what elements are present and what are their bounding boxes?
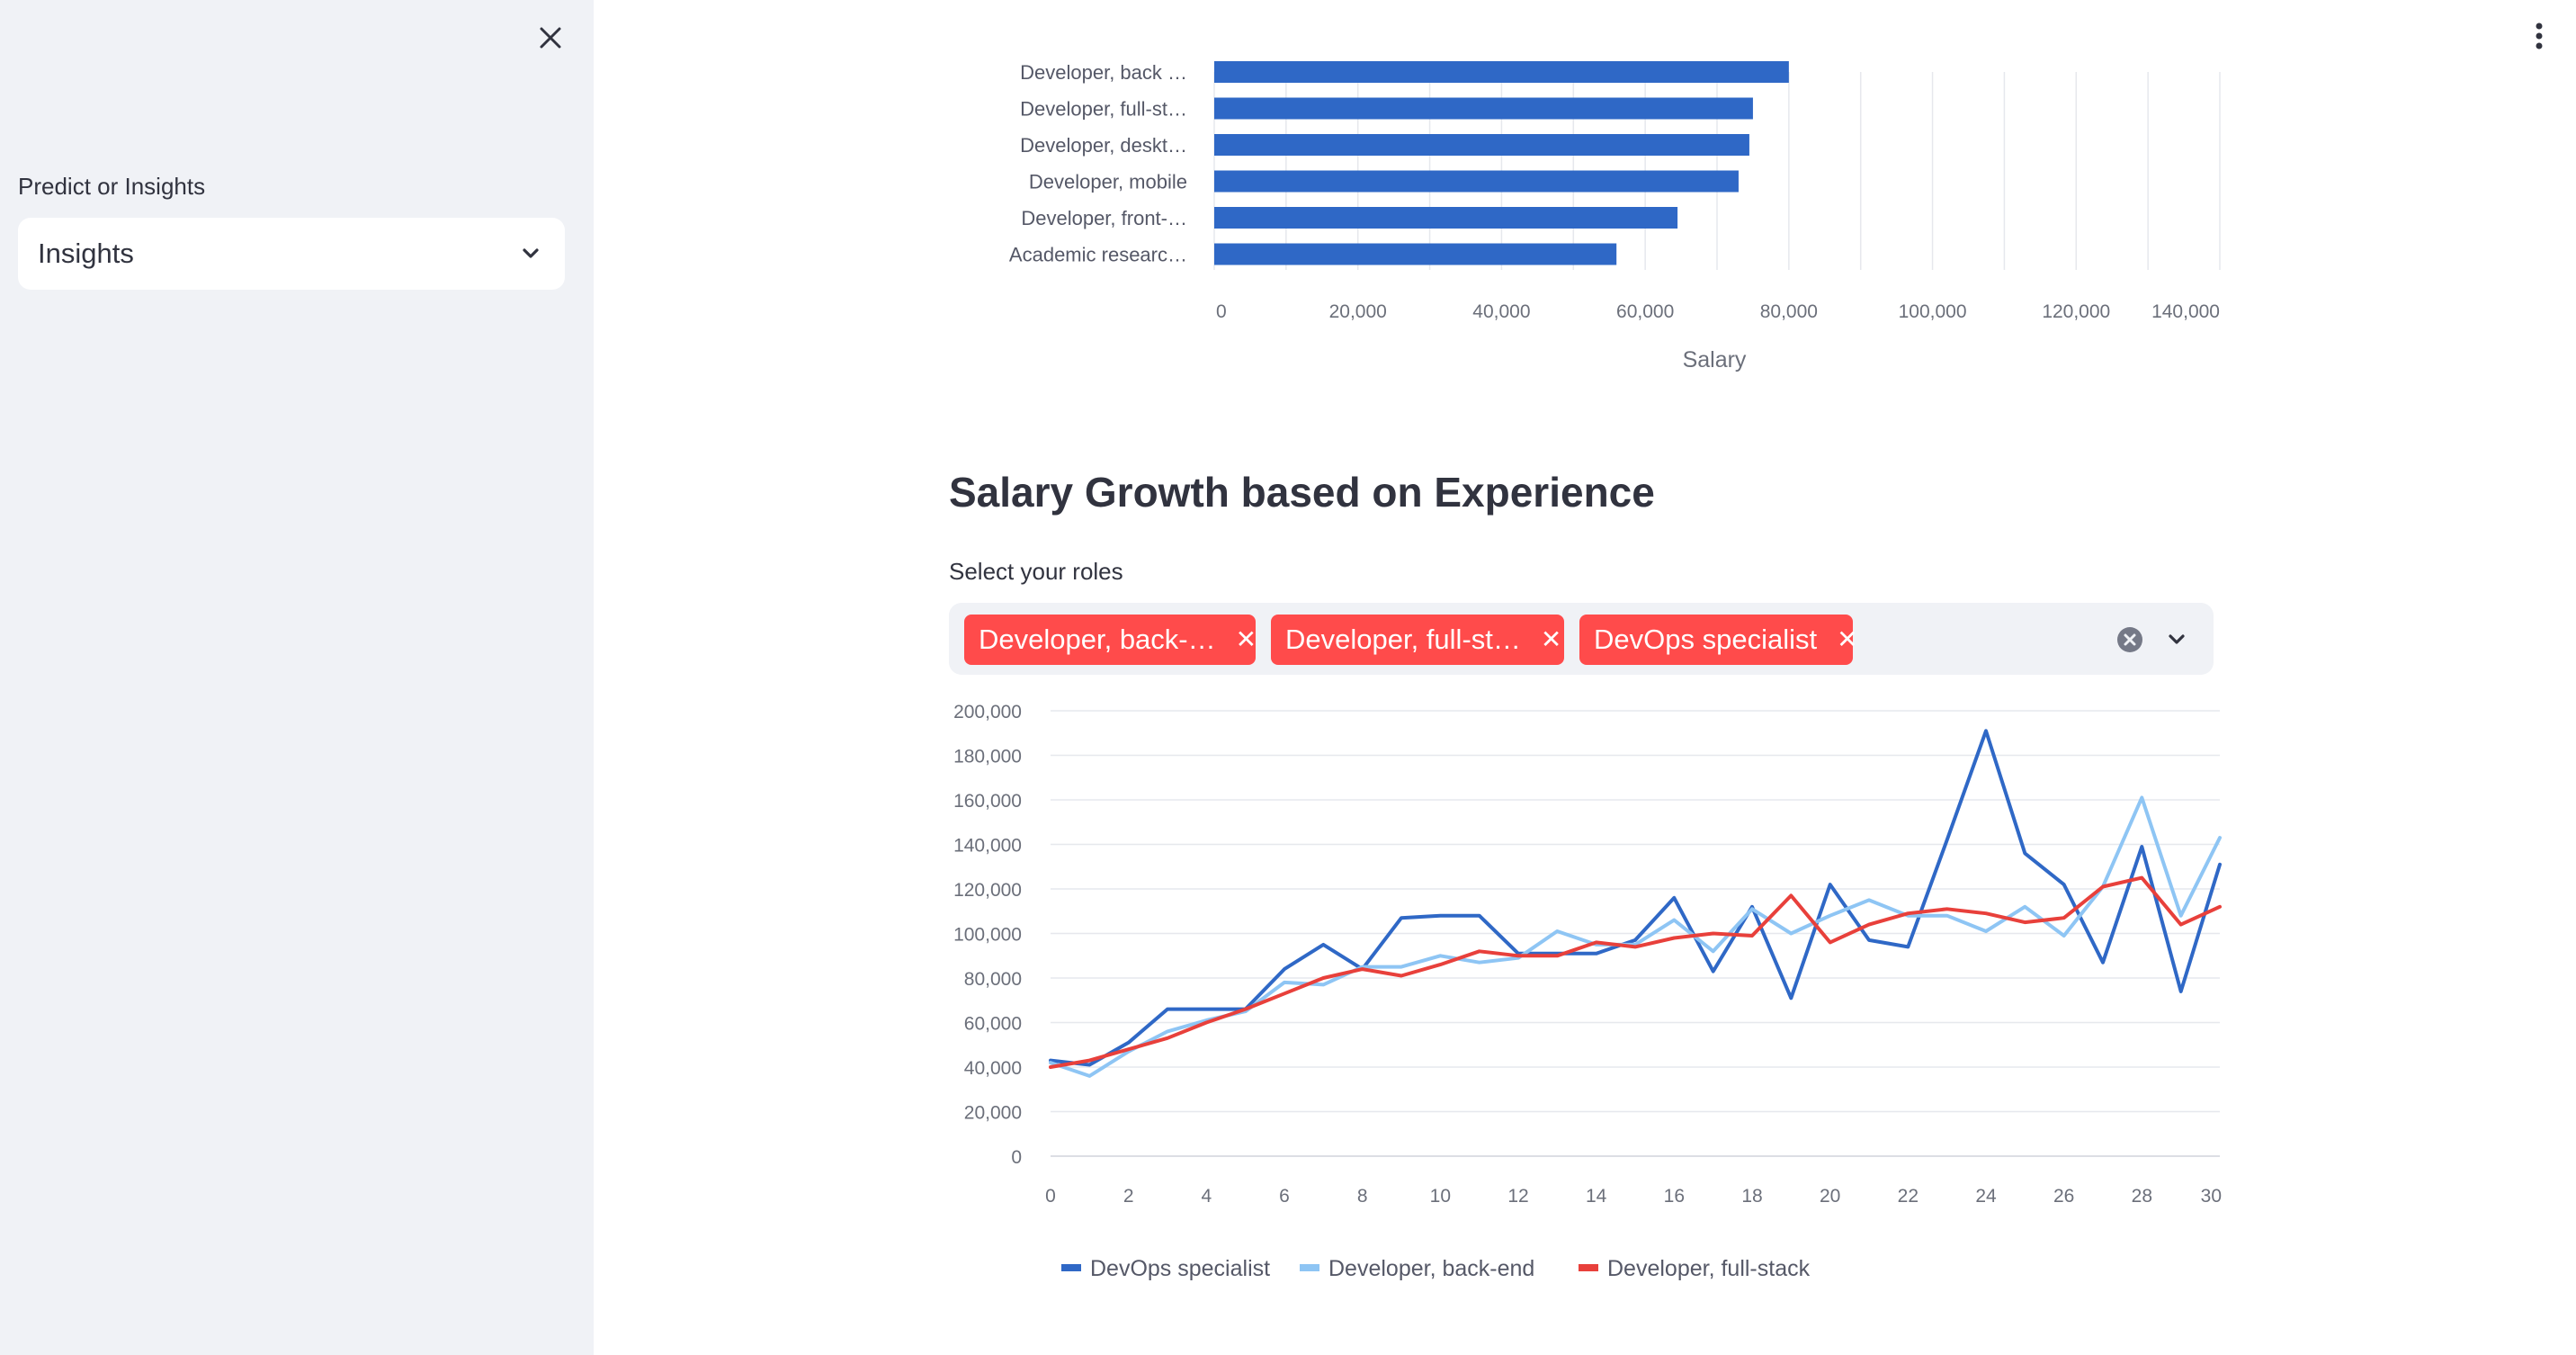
y-tick-label: 180,000 [953,747,1022,767]
bar-x-tick-label: 140,000 [2151,301,2220,322]
sidebar: Predict or Insights Insights [0,0,594,1355]
salary-growth-line-chart: 200,000 180,000 160,000 140,000 120,000 100,0… [953,702,2222,1281]
remove-tag-icon[interactable]: ✕ [1837,627,1857,652]
bar [1214,207,1678,229]
bar-x-tick-label: 40,000 [1472,301,1530,322]
bar-category-label: Developer, back … [1020,61,1187,84]
bar-chart-xlabel: Salary [1683,347,1747,372]
y-tick-label: 60,000 [964,1014,1022,1035]
y-tick-label: 120,000 [953,880,1022,901]
bar-category-label: Developer, front-… [1021,207,1187,229]
main-menu-button[interactable] [2527,18,2551,54]
x-tick-label: 22 [1898,1186,1919,1207]
section-title: Salary Growth based on Experience [949,469,1655,516]
bar-x-tick-label: 0 [1216,301,1227,322]
x-tick-label: 28 [2132,1186,2152,1207]
bar-category-label: Developer, deskt… [1020,134,1187,157]
x-tick-label: 26 [2053,1186,2074,1207]
bar-x-tick-label: 60,000 [1616,301,1674,322]
x-tick-label: 0 [1045,1186,1056,1207]
salary-by-role-bar-chart: Developer, back … Developer, full-st… Deve… [1009,61,2221,372]
bar [1214,61,1789,83]
bar [1214,170,1739,193]
x-tick-label: 30 [2201,1186,2222,1207]
x-tick-label: 12 [1507,1186,1528,1207]
bar-x-tick-label: 100,000 [1899,301,1967,322]
bar-category-label: Developer, mobile [1029,171,1187,193]
y-tick-label: 160,000 [953,791,1022,812]
remove-tag-icon[interactable]: ✕ [1236,627,1257,652]
select-roles-label: Select your roles [949,558,1123,585]
y-tick-label: 140,000 [953,836,1022,857]
legend-label: DevOps specialist [1090,1256,1270,1281]
chevron-down-icon [516,239,545,268]
legend-swatch [1061,1264,1081,1271]
x-tick-label: 24 [1975,1186,1997,1207]
role-tag-label: Developer, back-… [979,624,1216,655]
series-line-1 [1049,795,2222,1078]
y-tick-label: 100,000 [953,925,1022,946]
y-tick-label: 0 [1011,1147,1022,1168]
bar-category-label: Developer, full-st… [1020,98,1187,121]
y-tick-label: 40,000 [964,1058,1022,1079]
legend-label: Developer, back-end [1328,1256,1534,1281]
x-tick-label: 16 [1664,1186,1685,1207]
x-tick-label: 2 [1123,1186,1134,1207]
chevron-down-icon[interactable] [2161,624,2192,655]
role-tag: DevOps specialist ✕ [1579,615,1858,665]
y-tick-label: 20,000 [964,1103,1022,1124]
clear-all-icon[interactable] [2116,626,2143,653]
bar-category-label: Academic researc… [1009,244,1187,266]
remove-tag-icon[interactable]: ✕ [1541,627,1561,652]
bar [1214,134,1749,156]
y-tick-label: 200,000 [953,702,1022,722]
role-tag: Developer, back-… ✕ [964,615,1257,665]
close-icon [540,27,561,49]
x-tick-label: 10 [1430,1186,1451,1207]
x-tick-label: 8 [1357,1186,1368,1207]
select-value: Insights [38,238,134,269]
x-tick-label: 20 [1820,1186,1840,1207]
x-tick-label: 6 [1279,1186,1290,1207]
role-tag: Developer, full-st… ✕ [1271,615,1564,665]
series-line-2 [1049,875,2222,1069]
legend-swatch [1300,1264,1319,1271]
bar [1214,243,1617,265]
legend-swatch [1579,1264,1598,1271]
predict-or-insights-label: Predict or Insights [18,173,206,200]
role-tag-label: DevOps specialist [1594,624,1818,655]
roles-multiselect[interactable]: Developer, back-… ✕ Developer, full-st… … [949,603,2214,675]
bar-x-tick-label: 80,000 [1760,301,1818,322]
x-tick-label: 4 [1201,1186,1212,1207]
x-tick-label: 18 [1741,1186,1762,1207]
x-tick-label: 14 [1586,1186,1607,1207]
bar [1214,97,1753,120]
bar-x-tick-label: 20,000 [1329,301,1387,322]
y-tick-label: 80,000 [964,969,1022,990]
legend-label: Developer, full-stack [1607,1256,1811,1281]
predict-or-insights-select[interactable]: Insights [18,218,565,290]
bar-x-tick-label: 120,000 [2042,301,2110,322]
role-tag-label: Developer, full-st… [1285,624,1521,655]
kebab-menu-icon [2536,22,2543,49]
close-sidebar-button[interactable] [532,20,568,56]
